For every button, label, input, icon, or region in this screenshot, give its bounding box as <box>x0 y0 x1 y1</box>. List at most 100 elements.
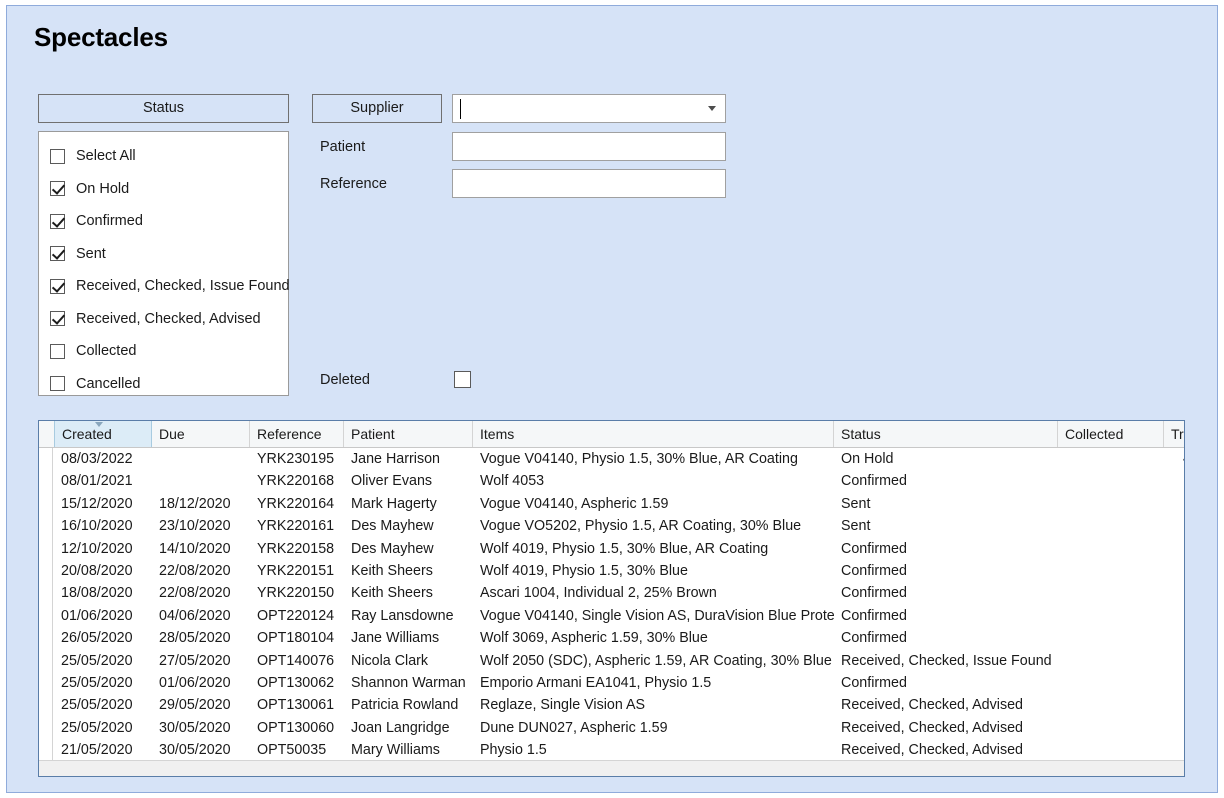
table-row[interactable]: 25/05/2020 27/05/2020 OPT140076 Nicola Clar… <box>54 650 1184 672</box>
supplier-group-button[interactable]: Supplier <box>312 94 442 123</box>
status-option-row[interactable]: Select All <box>50 146 136 166</box>
cell-tray <box>1164 694 1184 716</box>
cell-due: 22/08/2020 <box>159 562 231 579</box>
table-row[interactable]: 08/03/2022 YRK230195 Jane Harrison Vogue V0… <box>54 448 1184 470</box>
cell-patient: Mary Williams <box>351 742 440 759</box>
status-group-button[interactable]: Status <box>38 94 289 123</box>
cell-collected <box>1058 560 1164 582</box>
table-row[interactable]: 25/05/2020 01/06/2020 OPT130062 Shannon War… <box>54 672 1184 694</box>
cell-created: 20/08/2020 <box>61 562 133 579</box>
cell-collected <box>1058 694 1164 716</box>
cell-due <box>152 448 250 470</box>
checkbox-checked-icon[interactable] <box>50 278 65 294</box>
cell-reference: YRK220151 <box>257 562 335 579</box>
cell-patient: Oliver Evans <box>351 473 433 490</box>
column-header-created[interactable]: Created <box>54 421 152 447</box>
column-header-due[interactable]: Due <box>152 421 250 447</box>
cell-patient: Joan Langridge <box>351 719 450 736</box>
cell-collected <box>1058 493 1164 515</box>
cell-created: 21/05/2020 <box>61 742 133 759</box>
checkbox-checked-icon[interactable] <box>50 311 65 326</box>
table-row[interactable]: 26/05/2020 28/05/2020 OPT180104 Jane Willia… <box>54 627 1184 649</box>
status-option-row[interactable]: On Hold <box>50 179 129 199</box>
cell-collected <box>1058 470 1164 492</box>
table-row[interactable]: 21/05/2020 30/05/2020 OPT50035 Mary William… <box>54 739 1184 761</box>
supplier-combobox[interactable] <box>452 94 726 123</box>
cell-reference: OPT130061 <box>257 697 335 714</box>
checkbox-unchecked-icon[interactable] <box>50 148 65 164</box>
table-row[interactable]: 25/05/2020 30/05/2020 OPT130060 Joan Langri… <box>54 717 1184 739</box>
cell-items: Wolf 4019, Physio 1.5, 30% Blue, AR Coat… <box>480 540 769 557</box>
status-option-row[interactable]: Cancelled <box>50 374 141 394</box>
grid-body[interactable]: 08/03/2022 YRK230195 Jane Harrison Vogue V0… <box>54 448 1184 761</box>
cell-tray <box>1164 717 1184 739</box>
cell-status: Sent <box>841 518 871 535</box>
cell-status: Confirmed <box>841 630 907 647</box>
status-option-row[interactable]: Collected <box>50 341 136 361</box>
cell-items: Physio 1.5 <box>480 742 547 759</box>
cell-items: Ascari 1004, Individual 2, 25% Brown <box>480 585 717 602</box>
checkbox-unchecked-icon[interactable] <box>50 376 65 391</box>
cell-tray <box>1164 538 1184 560</box>
cell-items: Wolf 4019, Physio 1.5, 30% Blue <box>480 562 688 579</box>
status-option-row[interactable]: Sent <box>50 244 106 264</box>
cell-tray <box>1164 560 1184 582</box>
reference-label: Reference <box>320 176 387 192</box>
cell-due: 22/08/2020 <box>159 585 231 602</box>
table-row[interactable]: 01/06/2020 04/06/2020 OPT220124 Ray Lansdow… <box>54 605 1184 627</box>
cell-status: Sent <box>841 495 871 512</box>
column-header-collected[interactable]: Collected <box>1058 421 1164 447</box>
table-row[interactable]: 25/05/2020 29/05/2020 OPT130061 Patricia Ro… <box>54 694 1184 716</box>
cell-reference: YRK220164 <box>257 495 335 512</box>
column-header-reference[interactable]: Reference <box>250 421 344 447</box>
cell-due <box>152 470 250 492</box>
checkbox-checked-icon[interactable] <box>50 213 65 229</box>
cell-items: Emporio Armani EA1041, Physio 1.5 <box>480 674 712 691</box>
patient-input[interactable] <box>452 132 726 161</box>
status-option-row[interactable]: Received, Checked, Advised <box>50 309 261 329</box>
checkbox-unchecked-icon[interactable] <box>50 343 65 359</box>
cell-tray <box>1164 672 1184 694</box>
cell-collected <box>1058 650 1164 672</box>
column-header-status[interactable]: Status <box>834 421 1058 447</box>
chevron-down-icon[interactable] <box>708 106 716 111</box>
status-option-row[interactable]: Received, Checked, Issue Found <box>50 276 290 296</box>
cell-patient: Shannon Warman <box>351 674 466 691</box>
cell-patient: Des Mayhew <box>351 518 434 535</box>
reference-input[interactable] <box>452 169 726 198</box>
deleted-checkbox[interactable] <box>454 371 471 388</box>
cell-patient: Jane Harrison <box>351 451 440 467</box>
column-header-items[interactable]: Items <box>473 421 834 447</box>
table-row[interactable]: 15/12/2020 18/12/2020 YRK220164 Mark Hagert… <box>54 493 1184 515</box>
cell-tray <box>1164 605 1184 627</box>
cell-due: 27/05/2020 <box>159 652 231 669</box>
cell-status: Received, Checked, Advised <box>841 742 1023 759</box>
table-row[interactable]: 12/10/2020 14/10/2020 YRK220158 Des Mayhew W… <box>54 538 1184 560</box>
cell-status: Confirmed <box>841 473 907 490</box>
cell-patient: Des Mayhew <box>351 540 434 557</box>
grid-footer <box>39 760 1184 776</box>
cell-created: 08/03/2022 <box>61 451 133 467</box>
table-row[interactable]: 08/01/2021 YRK220168 Oliver Evans Wolf 4053… <box>54 470 1184 492</box>
status-option-row[interactable]: Confirmed <box>50 211 143 231</box>
checkbox-checked-icon[interactable] <box>50 246 65 261</box>
cell-collected <box>1058 717 1164 739</box>
table-row[interactable]: 16/10/2020 23/10/2020 YRK220161 Des Mayhew V… <box>54 515 1184 537</box>
cell-reference: YRK220161 <box>257 518 335 535</box>
column-header-patient[interactable]: Patient <box>344 421 473 447</box>
cell-items: Vogue V04140, Single Vision AS, DuraVisi… <box>480 607 834 624</box>
cell-created: 15/12/2020 <box>61 495 133 512</box>
table-row[interactable]: 20/08/2020 22/08/2020 YRK220151 Keith Sheer… <box>54 560 1184 582</box>
spectacles-data-grid[interactable]: Created Due Reference Patient Items Status Col… <box>38 420 1185 777</box>
row-selector-column <box>39 448 53 761</box>
cell-status: Received, Checked, Issue Found <box>841 652 1052 669</box>
table-row[interactable]: 18/08/2020 22/08/2020 YRK220150 Keith Sheer… <box>54 582 1184 604</box>
cell-reference: OPT220124 <box>257 607 335 624</box>
column-header-tray[interactable]: Tray <box>1164 421 1184 447</box>
cell-due: 14/10/2020 <box>159 540 231 557</box>
cell-items: Wolf 2050 (SDC), Aspheric 1.59, AR Coati… <box>480 652 832 669</box>
checkbox-checked-icon[interactable] <box>50 181 65 196</box>
cell-created: 01/06/2020 <box>61 607 133 624</box>
cell-reference: YRK220150 <box>257 585 335 602</box>
status-option-label: Received, Checked, Issue Found <box>76 278 290 294</box>
